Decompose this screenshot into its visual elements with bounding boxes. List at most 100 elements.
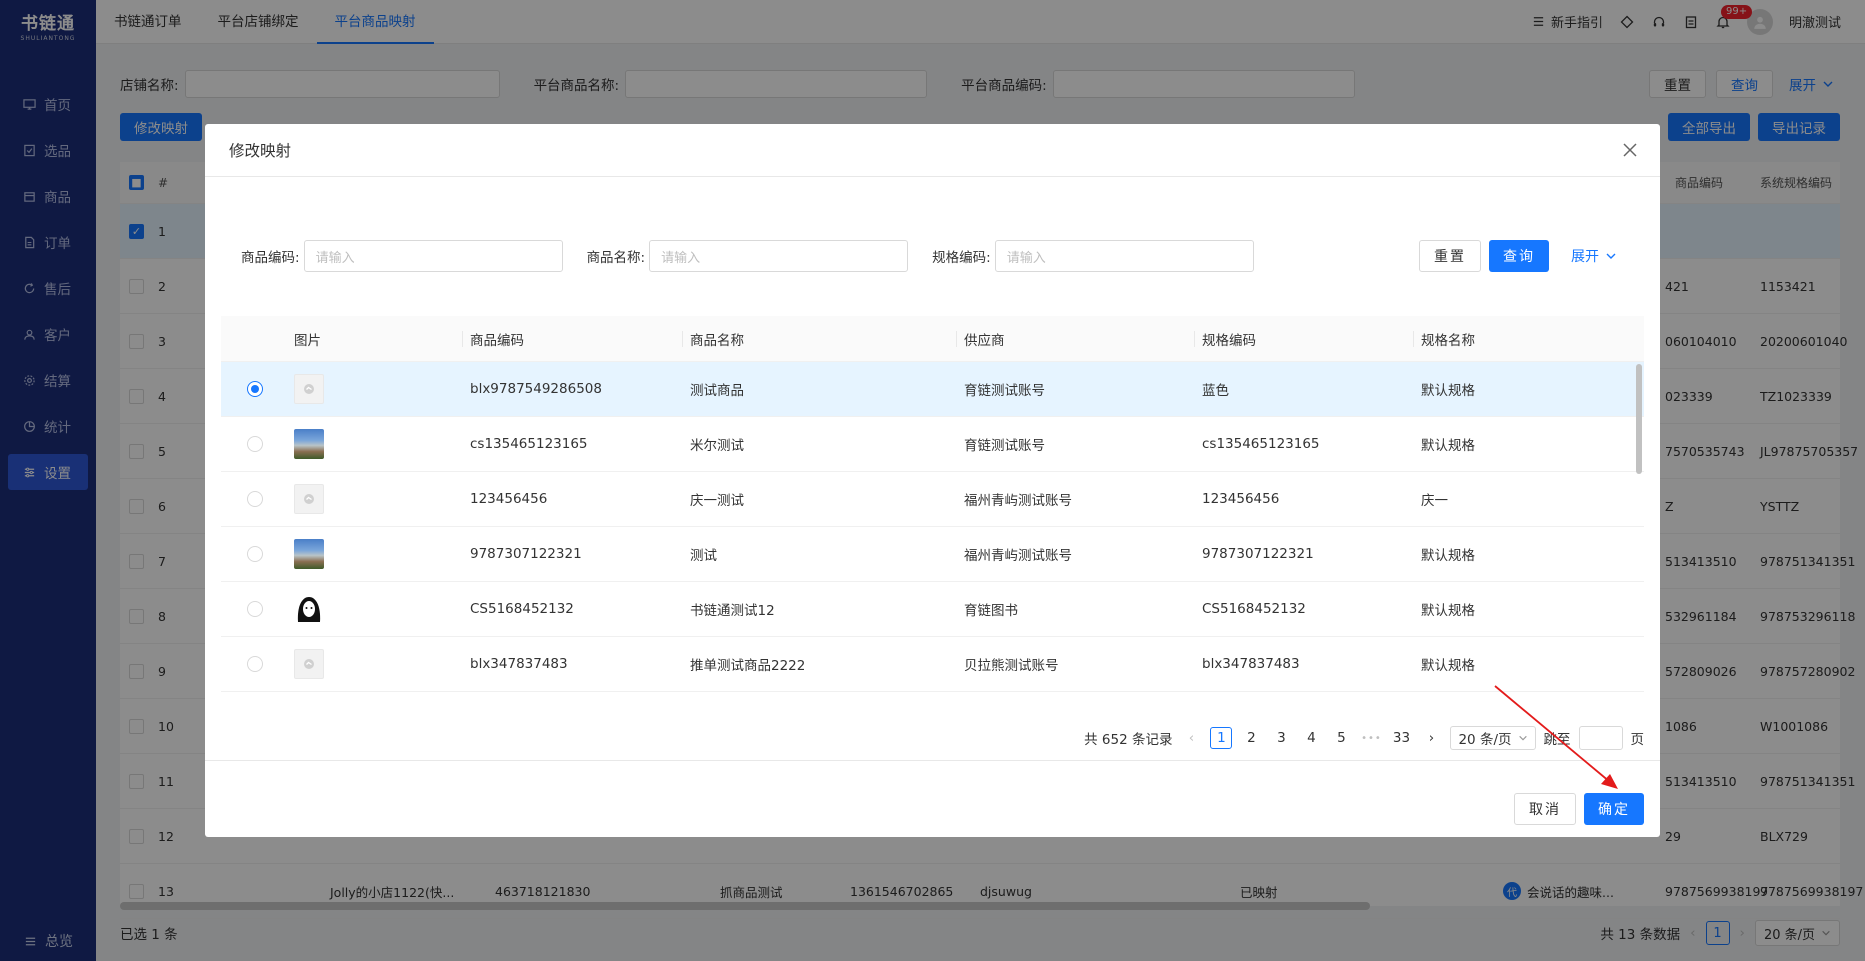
row-supplier: 福州青屿测试账号 [964, 493, 1072, 509]
page-suffix: 页 [1630, 732, 1645, 748]
product-code-label: 商品编码: [241, 250, 300, 266]
page-4[interactable]: 4 [1300, 727, 1322, 749]
table-row[interactable]: cs135465123165 米尔测试 育链测试账号 cs135465123165 默认… [221, 417, 1644, 472]
row-spec-name: 庆一 [1421, 493, 1448, 509]
modal-expand-label: 展开 [1571, 249, 1599, 265]
row-product-name: 测试商品 [690, 383, 744, 399]
column-header-supplier: 供应商 [956, 329, 1194, 349]
table-row[interactable]: blx9787549286508 测试商品 育链测试账号 蓝色 默认规格 [221, 362, 1644, 417]
modal-reset-button[interactable]: 重置 [1419, 240, 1481, 272]
next-page-icon[interactable]: › [1420, 727, 1442, 749]
prev-page-icon[interactable]: ‹ [1180, 727, 1202, 749]
row-product-code: 123456456 [470, 491, 548, 507]
row-product-code: blx9787549286508 [470, 381, 602, 397]
modal-footer: 取消 确定 [205, 760, 1660, 837]
row-select-cell [221, 381, 288, 397]
row-radio[interactable] [246, 381, 263, 397]
row-radio[interactable] [246, 436, 263, 452]
row-product-name: 测试 [690, 548, 717, 564]
cancel-button[interactable]: 取消 [1514, 793, 1576, 825]
row-supplier: 育链测试账号 [964, 383, 1045, 399]
vertical-scrollbar[interactable] [1636, 364, 1642, 474]
row-product-code: blx347837483 [470, 656, 568, 672]
image-placeholder-icon[interactable] [294, 374, 324, 404]
chevron-down-icon [1606, 253, 1616, 259]
total-records: 共 652 条记录 [1084, 732, 1173, 748]
column-header-spec-code: 规格编码 [1194, 329, 1413, 349]
row-select-cell [221, 491, 288, 507]
modal-search-bar: 商品编码: 请输入 商品名称: 请输入 规格编码: 请输入 重置 查询 展开 [241, 239, 1631, 273]
product-thumbnail[interactable] [294, 539, 324, 569]
row-image-cell [288, 539, 462, 569]
column-header-product-code: 商品编码 [462, 329, 682, 349]
confirm-button[interactable]: 确定 [1584, 793, 1644, 825]
row-image-cell [288, 429, 462, 459]
product-table-header: 图片 商品编码 商品名称 供应商 规格编码 规格名称 [221, 316, 1644, 362]
modal-expand-button[interactable]: 展开 [1557, 240, 1631, 272]
table-row[interactable]: CS5168452132 书链通测试12 育链图书 CS5168452132 默认规格 [221, 582, 1644, 637]
row-radio[interactable] [246, 546, 263, 562]
page-ellipsis[interactable]: ••• [1360, 727, 1382, 749]
row-spec-name: 默认规格 [1421, 548, 1475, 564]
row-spec-name: 默认规格 [1421, 603, 1475, 619]
row-image-cell [288, 484, 462, 514]
product-thumbnail[interactable] [294, 594, 324, 624]
product-name-label: 商品名称: [586, 250, 646, 266]
page-5[interactable]: 5 [1330, 727, 1352, 749]
spec-code-label: 规格编码: [932, 250, 991, 266]
row-spec-code: CS5168452132 [1202, 601, 1306, 617]
jump-label: 跳至 [1543, 732, 1571, 748]
jump-page-input[interactable] [1578, 726, 1623, 750]
spec-code-input[interactable]: 请输入 [994, 240, 1254, 272]
modal-page-size-value: 20 条/页 [1458, 732, 1512, 748]
page-last[interactable]: 33 [1390, 727, 1412, 749]
table-row[interactable]: 9787307122321 测试 福州青屿测试账号 9787307122321 默认规格 [221, 527, 1644, 582]
row-spec-name: 默认规格 [1421, 658, 1475, 674]
row-radio[interactable] [246, 656, 263, 672]
row-spec-code: cs135465123165 [1202, 436, 1320, 452]
row-product-code: cs135465123165 [470, 436, 588, 452]
row-select-cell [221, 656, 288, 672]
table-row[interactable]: blx347837483 推单测试商品2222 贝拉熊测试账号 blx34783748… [221, 637, 1644, 692]
row-image-cell [288, 374, 462, 404]
row-product-name: 米尔测试 [690, 438, 744, 454]
table-row[interactable] [221, 692, 1644, 711]
modal-query-button[interactable]: 查询 [1489, 240, 1549, 272]
modal-page-size-select[interactable]: 20 条/页 [1450, 726, 1536, 750]
row-image-cell [288, 594, 462, 624]
page-3[interactable]: 3 [1270, 727, 1292, 749]
row-spec-code: 123456456 [1202, 491, 1280, 507]
row-spec-code: 蓝色 [1202, 383, 1229, 399]
modal-title: 修改映射 [229, 142, 292, 160]
column-header-spec-name: 规格名称 [1413, 329, 1613, 349]
table-row[interactable]: 123456456 庆一测试 福州青屿测试账号 123456456 庆一 [221, 472, 1644, 527]
row-product-code: CS5168452132 [470, 601, 574, 617]
row-product-name: 推单测试商品2222 [690, 658, 806, 674]
close-icon[interactable] [1622, 142, 1638, 158]
chevron-down-icon [1518, 735, 1527, 741]
page-1[interactable]: 1 [1210, 727, 1233, 749]
row-select-cell [221, 601, 288, 617]
modal-search-actions: 重置 查询 展开 [1419, 240, 1631, 272]
row-supplier: 育链图书 [964, 603, 1018, 619]
image-placeholder-icon[interactable] [294, 484, 324, 514]
row-image-cell [288, 649, 462, 679]
column-header-image: 图片 [294, 332, 321, 349]
product-table-body: blx9787549286508 测试商品 育链测试账号 蓝色 默认规格 cs135465… [221, 362, 1644, 711]
row-spec-name: 默认规格 [1421, 383, 1475, 399]
row-radio[interactable] [246, 601, 263, 617]
image-placeholder-icon[interactable] [294, 649, 324, 679]
row-select-cell [221, 546, 288, 562]
row-product-name: 庆一测试 [690, 493, 744, 509]
row-spec-code: 9787307122321 [1202, 546, 1314, 562]
product-thumbnail[interactable] [294, 429, 324, 459]
row-spec-code: blx347837483 [1202, 656, 1300, 672]
row-radio[interactable] [246, 491, 263, 507]
page-2[interactable]: 2 [1240, 727, 1262, 749]
product-code-input[interactable]: 请输入 [303, 240, 563, 272]
row-product-name: 书链通测试12 [690, 603, 775, 619]
row-supplier: 福州青屿测试账号 [964, 548, 1072, 564]
row-select-cell [221, 436, 288, 452]
product-name-input[interactable]: 请输入 [649, 240, 909, 272]
row-spec-name: 默认规格 [1421, 438, 1475, 454]
